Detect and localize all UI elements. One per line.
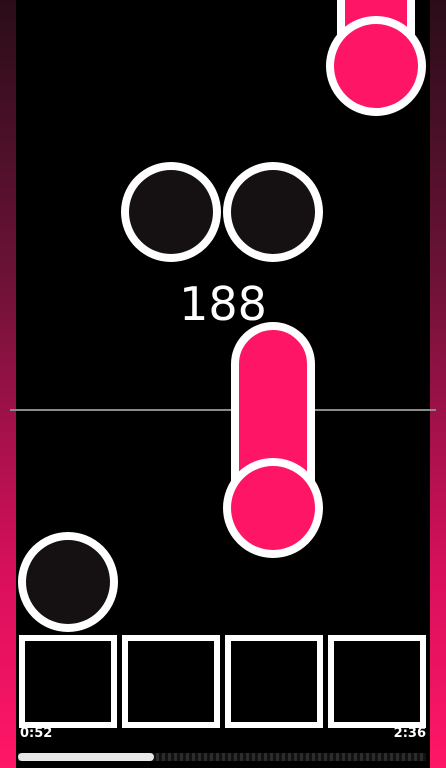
left-edge-glow (0, 0, 16, 768)
judgement-line (10, 409, 436, 411)
lane-1-target[interactable] (19, 635, 117, 728)
right-edge-glow (430, 0, 446, 768)
game-screen: 188 0:52 2:36 (0, 0, 446, 768)
song-progress-bar[interactable] (18, 753, 426, 761)
score-counter: 188 (179, 277, 267, 331)
song-progress-fill (18, 753, 154, 761)
hold-note-lane-3-head[interactable] (223, 458, 323, 558)
elapsed-time: 0:52 (20, 726, 53, 741)
hold-note-lane-4-head[interactable] (326, 16, 426, 116)
lane-4-target[interactable] (328, 635, 426, 728)
tap-note-lane-1[interactable] (18, 532, 118, 632)
tap-note-lane-2[interactable] (121, 162, 221, 262)
total-time: 2:36 (393, 726, 426, 741)
lane-3-target[interactable] (225, 635, 323, 728)
tap-note-lane-3[interactable] (223, 162, 323, 262)
lane-2-target[interactable] (122, 635, 220, 728)
